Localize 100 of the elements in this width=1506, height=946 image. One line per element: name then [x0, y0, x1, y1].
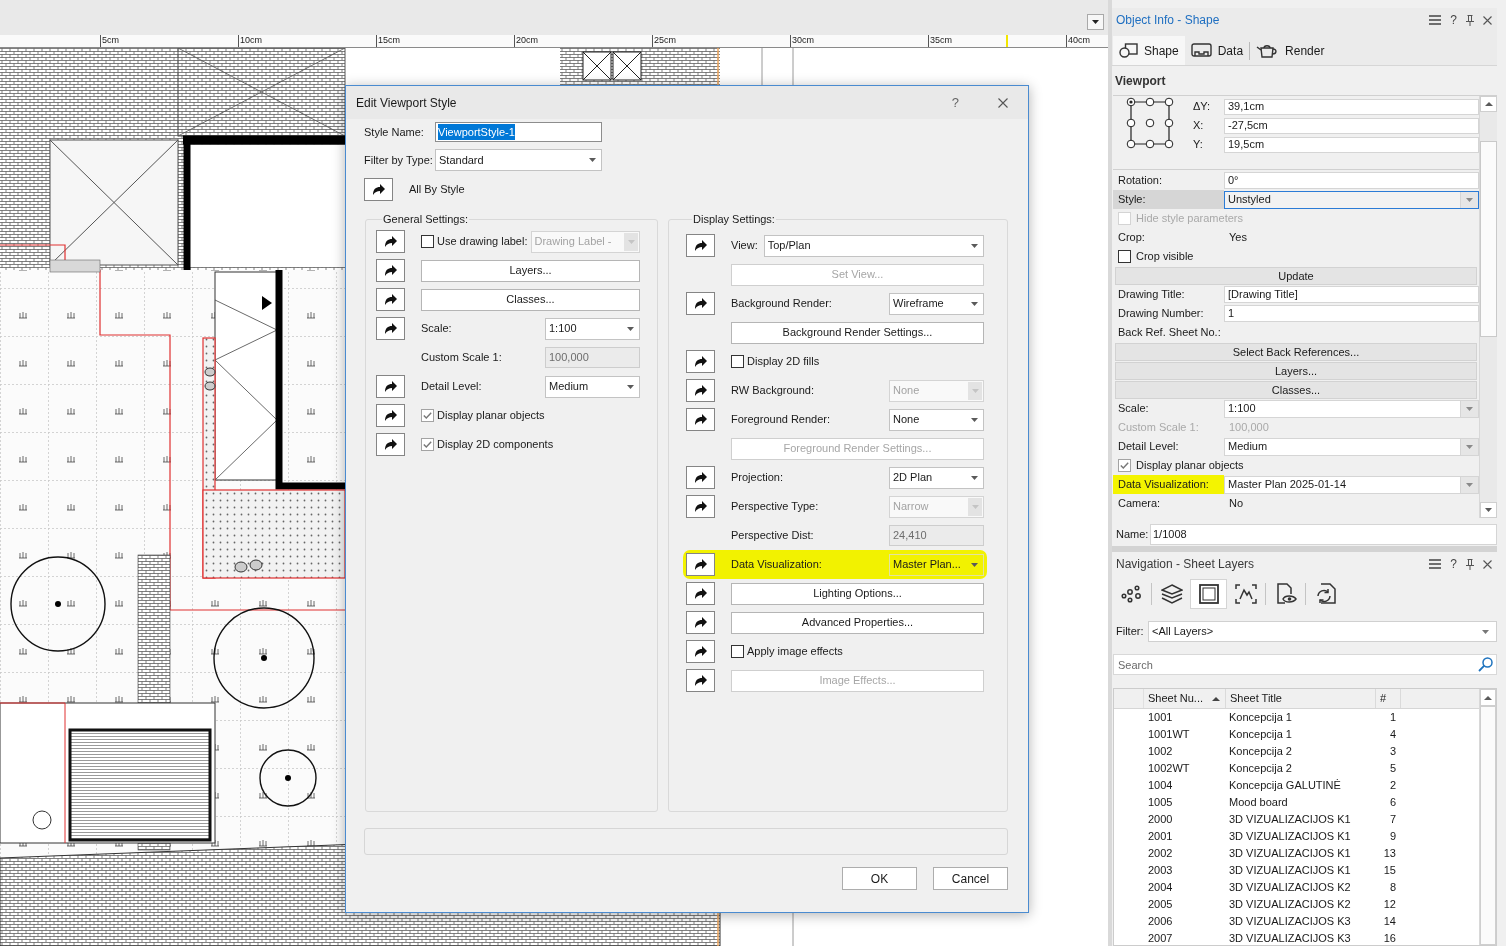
dropdown[interactable]: Medium [1224, 437, 1479, 456]
table-cell-text: Koncepcija 2 [1228, 744, 1293, 760]
text-field[interactable]: ViewportStyle-1 [435, 122, 602, 142]
text-field[interactable]: 1 [1224, 305, 1479, 322]
dropdown[interactable]: <All Layers> [1148, 621, 1497, 642]
table-cell-text: 3 [1388, 744, 1397, 760]
help-button[interactable]: ? [1450, 558, 1457, 570]
curved-arrow-icon [384, 236, 397, 247]
dropdown[interactable]: Medium [545, 375, 640, 398]
panel-tab[interactable]: Render [1250, 36, 1331, 65]
dropdown[interactable]: Standard [435, 149, 602, 171]
by-style-toggle-button[interactable] [376, 288, 405, 311]
checkbox[interactable] [421, 409, 434, 422]
curved-arrow-icon [694, 617, 707, 628]
table-cell-text: 4 [1388, 727, 1397, 743]
scrollbar-thumb[interactable] [1480, 141, 1497, 337]
by-style-toggle-button[interactable] [376, 404, 405, 427]
by-style-toggle-button[interactable] [686, 611, 715, 634]
action-button[interactable]: Advanced Properties... [731, 611, 984, 634]
view-options-button[interactable] [1087, 14, 1104, 30]
curved-arrow-icon [694, 385, 707, 396]
by-style-toggle-button[interactable] [686, 553, 715, 576]
menu-icon[interactable] [1429, 15, 1442, 25]
text-field[interactable]: 19,5cm [1224, 136, 1479, 153]
by-style-toggle-button[interactable] [686, 292, 715, 315]
by-style-toggle-button[interactable] [376, 317, 405, 340]
column-header[interactable]: Sheet Nu... [1144, 689, 1226, 708]
dropdown[interactable]: 1:100 [545, 317, 640, 340]
caret-up-icon [1484, 102, 1493, 106]
dropdown[interactable]: None [889, 408, 984, 431]
scrollbar[interactable] [1479, 96, 1497, 518]
pin-icon[interactable] [1466, 14, 1474, 26]
panel-title: Object Info - Shape [1116, 12, 1220, 29]
panel-tab[interactable]: Data [1184, 36, 1250, 65]
dropdown[interactable]: Master Plan 2025-01-14 [1224, 475, 1479, 494]
checkbox[interactable] [1118, 250, 1131, 263]
by-style-toggle-button[interactable] [376, 433, 405, 456]
property-label: Custom Scale 1: [1117, 420, 1200, 436]
by-style-toggle-button[interactable] [686, 640, 715, 663]
by-style-toggle-button[interactable] [686, 466, 715, 489]
property-button[interactable]: Classes... [1115, 380, 1477, 399]
by-style-toggle-button[interactable] [686, 408, 715, 431]
action-button[interactable]: Classes... [421, 288, 640, 311]
column-header[interactable]: Sheet Title [1226, 689, 1376, 708]
property-button[interactable]: Select Back References... [1115, 342, 1477, 361]
search-field[interactable]: Search [1113, 654, 1497, 675]
dialog-button[interactable]: Cancel [933, 867, 1008, 890]
checkbox[interactable] [421, 438, 434, 451]
coordinate-label: ΔY: [1193, 99, 1212, 115]
by-style-toggle-button[interactable] [686, 582, 715, 605]
text-field[interactable]: 0° [1224, 172, 1479, 189]
checkbox[interactable] [1118, 459, 1131, 472]
close-icon[interactable] [1483, 559, 1492, 569]
checkbox[interactable] [731, 645, 744, 658]
text-field[interactable]: 1/1008 [1150, 524, 1497, 545]
toolbar-button[interactable] [1190, 579, 1227, 609]
dropdown-caret-icon [588, 158, 596, 162]
tray-icon [1190, 43, 1212, 58]
close-icon[interactable] [998, 97, 1008, 108]
curved-arrow-icon [694, 588, 707, 599]
action-button[interactable]: Background Render Settings... [731, 321, 984, 344]
help-button[interactable]: ? [1450, 14, 1457, 26]
setting-label: Background Render: [731, 296, 832, 312]
dropdown-caret-icon [626, 384, 634, 389]
anchor-point-selector[interactable] [1126, 97, 1174, 149]
dropdown-caret-icon [1466, 197, 1473, 202]
text-field[interactable]: 39,1cm [1224, 98, 1479, 115]
action-button[interactable]: Layers... [421, 259, 640, 282]
help-button[interactable]: ? [951, 96, 959, 109]
by-style-toggle-button[interactable] [686, 234, 715, 257]
property-label: Crop: [1117, 230, 1146, 246]
search-icon[interactable] [1478, 657, 1493, 672]
action-button[interactable]: Lighting Options... [731, 582, 984, 605]
dropdown[interactable]: Master Plan... [889, 553, 984, 576]
text-field[interactable]: -27,5cm [1224, 117, 1479, 134]
by-style-toggle-button[interactable] [376, 259, 405, 282]
scroll-down-button[interactable] [1480, 502, 1497, 518]
property-button[interactable]: Update [1115, 266, 1477, 285]
dropdown[interactable]: Top/Plan [763, 234, 984, 257]
property-button[interactable]: Layers... [1115, 361, 1477, 380]
panel-tab[interactable]: Shape [1113, 36, 1185, 65]
by-style-toggle-button[interactable] [376, 375, 405, 398]
text-field[interactable]: [Drawing Title] [1224, 286, 1479, 303]
column-header[interactable]: # [1376, 689, 1401, 708]
menu-icon[interactable] [1429, 559, 1442, 569]
scroll-up-button[interactable] [1480, 689, 1496, 706]
checkmark-icon [423, 441, 432, 448]
close-icon[interactable] [1483, 15, 1492, 25]
checkbox[interactable] [731, 355, 744, 368]
table-cell-text: Koncepcija 1 [1228, 710, 1293, 726]
by-style-toggle-button[interactable] [364, 178, 393, 201]
scroll-up-button[interactable] [1480, 96, 1497, 112]
dropdown[interactable]: Unstyled [1224, 190, 1479, 209]
dropdown[interactable]: 2D Plan [889, 466, 984, 489]
dialog-button[interactable]: OK [842, 867, 917, 890]
dropdown[interactable]: Wireframe [889, 292, 984, 315]
property-value: No [1228, 496, 1244, 512]
dropdown[interactable]: 1:100 [1224, 399, 1479, 418]
pin-icon[interactable] [1466, 558, 1474, 570]
by-style-toggle-button[interactable] [686, 350, 715, 373]
